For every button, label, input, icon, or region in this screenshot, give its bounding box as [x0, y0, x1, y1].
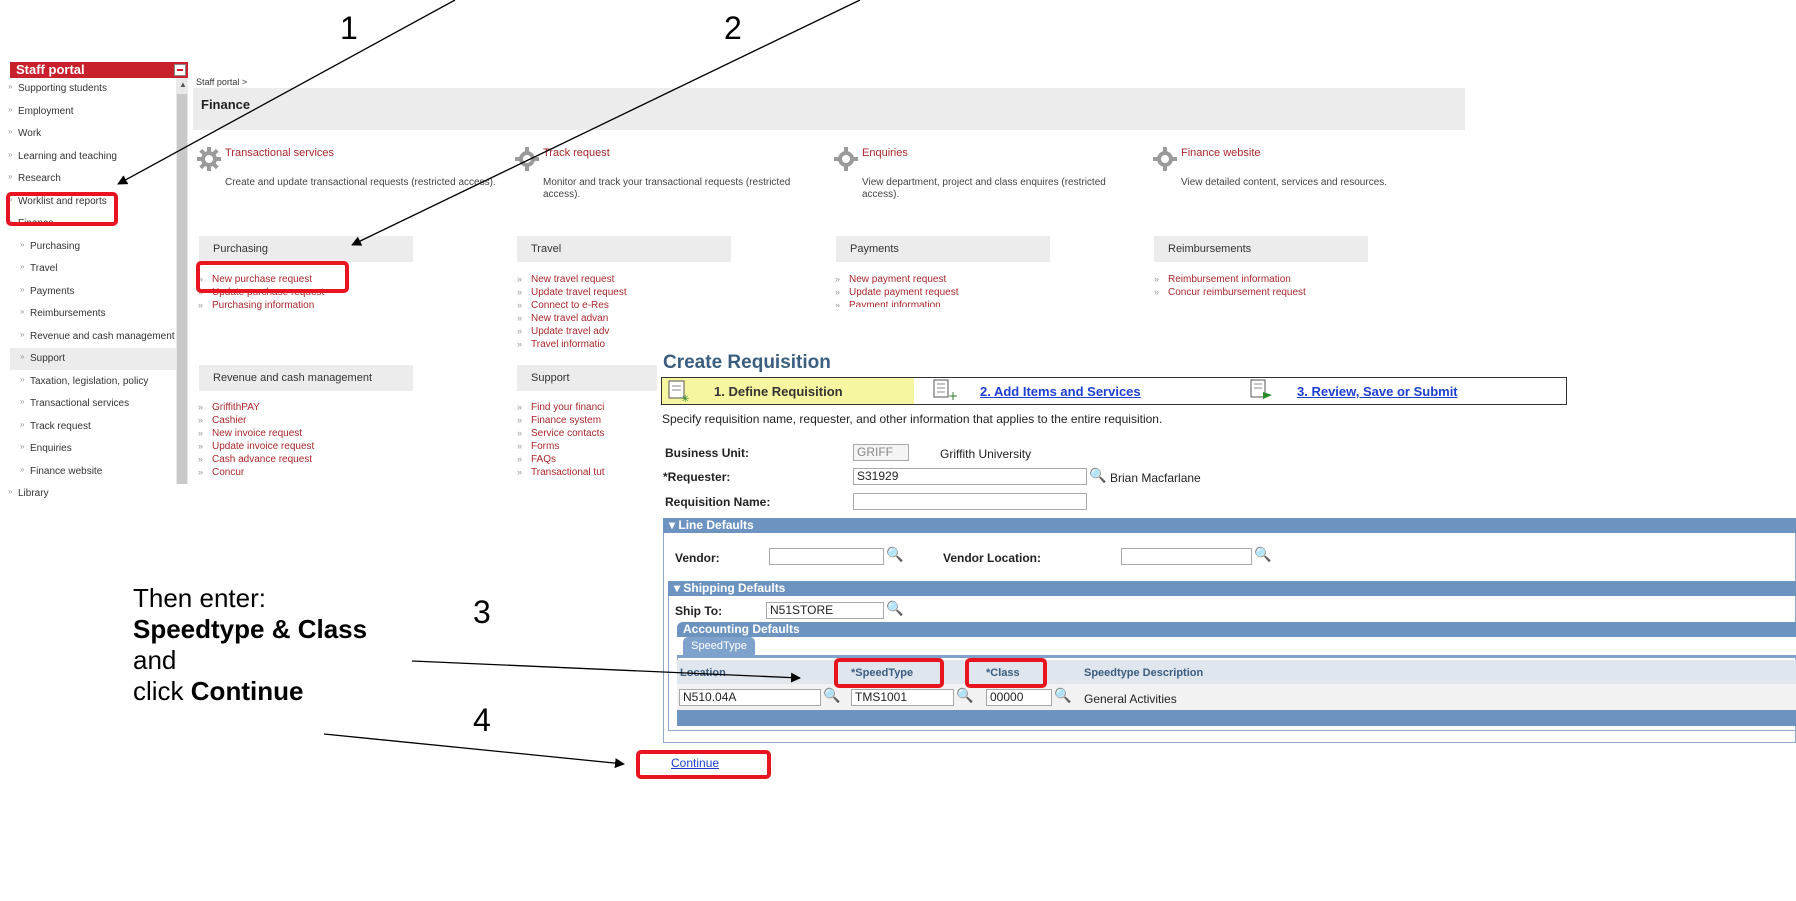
arrow-1	[117, 0, 456, 185]
highlight-speedtype	[834, 658, 944, 688]
highlight-new-purchase-request	[196, 261, 349, 293]
annotation-arrows	[117, 0, 861, 769]
annotation-number-4: 4	[473, 702, 491, 738]
note-line-4-prefix: click	[133, 676, 191, 706]
note-line-1: Then enter:	[133, 583, 266, 613]
note-line-3: and	[133, 645, 177, 675]
arrow-2	[351, 0, 861, 246]
note-line-4: click Continue	[133, 676, 367, 707]
highlight-continue	[636, 750, 771, 779]
highlight-class	[965, 658, 1047, 688]
note-line-4-bold: Continue	[190, 676, 304, 706]
annotation-note: Then enter: Speedtype & Class and click …	[133, 583, 367, 707]
annotation-number-1: 1	[340, 10, 358, 46]
note-line-2: Speedtype & Class	[133, 614, 368, 644]
annotation-number-2: 2	[724, 10, 742, 46]
highlight-finance	[6, 192, 118, 226]
arrow-3	[411, 660, 801, 683]
annotation-number-3: 3	[473, 594, 491, 630]
